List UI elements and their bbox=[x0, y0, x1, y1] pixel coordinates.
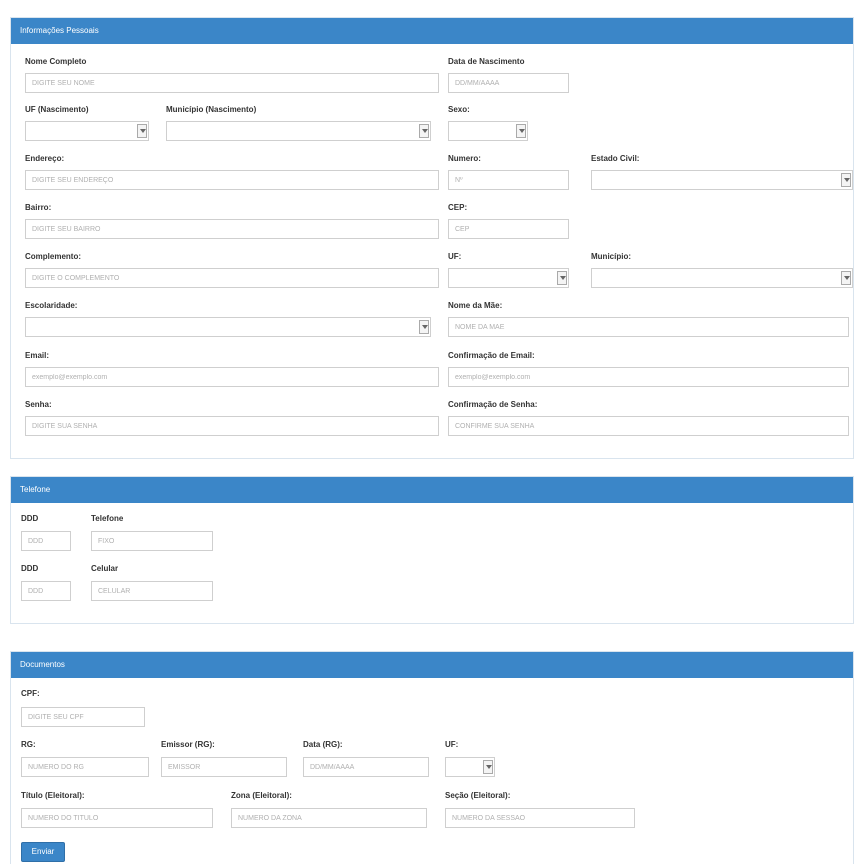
senha-label: Senha: bbox=[25, 400, 52, 409]
uf-select[interactable] bbox=[448, 268, 569, 288]
chevron-down-icon bbox=[841, 271, 851, 285]
telefone-input[interactable] bbox=[91, 531, 213, 551]
sexo-label: Sexo: bbox=[448, 105, 470, 114]
titulo-eleitoral-label: Título (Eleitoral): bbox=[21, 791, 85, 800]
bairro-input[interactable] bbox=[25, 219, 439, 239]
submit-button[interactable]: Enviar bbox=[21, 842, 65, 862]
secao-eleitoral-label: Seção (Eleitoral): bbox=[445, 791, 511, 800]
personal-info-panel: Informações Pessoais Nome Completo Data … bbox=[10, 17, 854, 459]
chevron-down-icon bbox=[483, 760, 493, 774]
ddd-celular-label: DDD bbox=[21, 564, 39, 573]
municipio-select[interactable] bbox=[591, 268, 853, 288]
phones-panel: Telefone DDD Telefone DDD Celular bbox=[10, 476, 854, 624]
nascimento-label: Data de Nascimento bbox=[448, 57, 525, 66]
uf-nascimento-select[interactable] bbox=[25, 121, 149, 141]
email-input[interactable] bbox=[25, 367, 439, 387]
estado-civil-label: Estado Civil: bbox=[591, 154, 640, 163]
titulo-eleitoral-input[interactable] bbox=[21, 808, 213, 828]
data-rg-label: Data (RG): bbox=[303, 740, 343, 749]
rg-label: RG: bbox=[21, 740, 36, 749]
senha-input[interactable] bbox=[25, 416, 439, 436]
senha-confirmacao-input[interactable] bbox=[448, 416, 849, 436]
nome-mae-input[interactable] bbox=[448, 317, 849, 337]
nome-label: Nome Completo bbox=[25, 57, 87, 66]
numero-input[interactable] bbox=[448, 170, 569, 190]
cep-label: CEP: bbox=[448, 203, 468, 212]
escolaridade-select[interactable] bbox=[25, 317, 431, 337]
cpf-label: CPF: bbox=[21, 689, 40, 698]
chevron-down-icon bbox=[419, 124, 429, 138]
chevron-down-icon bbox=[841, 173, 851, 187]
personal-info-header: Informações Pessoais bbox=[11, 18, 853, 44]
nome-mae-label: Nome da Mãe: bbox=[448, 301, 503, 310]
documents-panel: Documentos CPF: RG: Emissor (RG): Data (… bbox=[10, 651, 854, 864]
uf-rg-select[interactable] bbox=[445, 757, 495, 777]
estado-civil-select[interactable] bbox=[591, 170, 853, 190]
email-confirmacao-label: Confirmação de Email: bbox=[448, 351, 535, 360]
endereco-input[interactable] bbox=[25, 170, 439, 190]
secao-eleitoral-input[interactable] bbox=[445, 808, 635, 828]
phones-header: Telefone bbox=[11, 477, 853, 503]
nome-input[interactable] bbox=[25, 73, 439, 93]
emissor-rg-input[interactable] bbox=[161, 757, 287, 777]
chevron-down-icon bbox=[137, 124, 147, 138]
municipio-label: Município: bbox=[591, 252, 631, 261]
endereco-label: Endereço: bbox=[25, 154, 65, 163]
zona-eleitoral-input[interactable] bbox=[231, 808, 427, 828]
celular-input[interactable] bbox=[91, 581, 213, 601]
ddd-label: DDD bbox=[21, 514, 39, 523]
email-label: Email: bbox=[25, 351, 50, 360]
zona-eleitoral-label: Zona (Eleitoral): bbox=[231, 791, 292, 800]
numero-label: Numero: bbox=[448, 154, 481, 163]
nascimento-input[interactable] bbox=[448, 73, 569, 93]
chevron-down-icon bbox=[557, 271, 567, 285]
cpf-input[interactable] bbox=[21, 707, 145, 727]
municipio-nascimento-select[interactable] bbox=[166, 121, 431, 141]
municipio-nascimento-label: Município (Nascimento) bbox=[166, 105, 257, 114]
ddd-input[interactable] bbox=[21, 531, 71, 551]
cep-input[interactable] bbox=[448, 219, 569, 239]
uf-rg-label: UF: bbox=[445, 740, 459, 749]
complemento-label: Complemento: bbox=[25, 252, 81, 261]
documents-header: Documentos bbox=[11, 652, 853, 678]
sexo-select[interactable] bbox=[448, 121, 528, 141]
chevron-down-icon bbox=[419, 320, 429, 334]
chevron-down-icon bbox=[516, 124, 526, 138]
ddd-celular-input[interactable] bbox=[21, 581, 71, 601]
complemento-input[interactable] bbox=[25, 268, 439, 288]
rg-input[interactable] bbox=[21, 757, 149, 777]
email-confirmacao-input[interactable] bbox=[448, 367, 849, 387]
uf-label: UF: bbox=[448, 252, 462, 261]
escolaridade-label: Escolaridade: bbox=[25, 301, 78, 310]
telefone-label: Telefone bbox=[91, 514, 124, 523]
uf-nascimento-label: UF (Nascimento) bbox=[25, 105, 89, 114]
bairro-label: Bairro: bbox=[25, 203, 52, 212]
data-rg-input[interactable] bbox=[303, 757, 429, 777]
emissor-rg-label: Emissor (RG): bbox=[161, 740, 215, 749]
senha-confirmacao-label: Confirmação de Senha: bbox=[448, 400, 538, 409]
celular-label: Celular bbox=[91, 564, 119, 573]
